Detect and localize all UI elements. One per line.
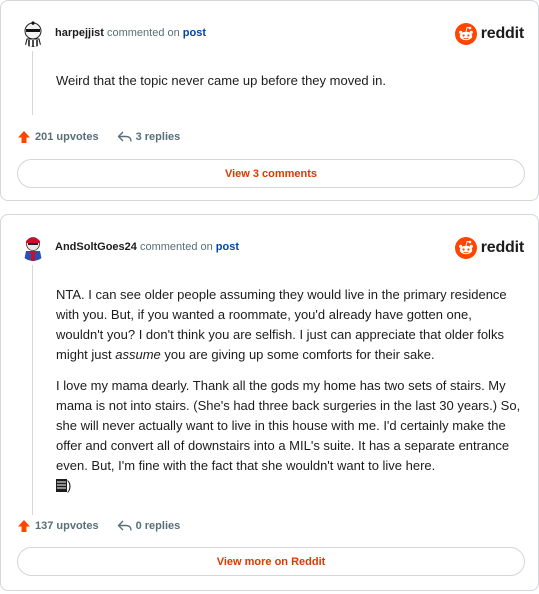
upvote-button[interactable]: 137 upvotes: [17, 519, 99, 533]
upvote-count: 201 upvotes: [35, 131, 99, 143]
comment-paragraph: Weird that the topic never came up befor…: [56, 73, 386, 88]
reply-count: 0 replies: [135, 520, 181, 532]
upvote-button[interactable]: 201 upvotes: [17, 130, 99, 144]
emphasis-text: assume: [115, 347, 161, 362]
post-link[interactable]: post: [183, 27, 206, 39]
comment-actions: 137 upvotes 0 replies: [17, 516, 198, 536]
paragraph-text: you are giving up some comforts for thei…: [160, 347, 435, 362]
reddit-logo-icon: [454, 23, 477, 45]
reddit-logo-icon: [454, 237, 477, 259]
upvote-arrow-icon: [18, 520, 30, 532]
view-comments-button[interactable]: View 3 comments: [17, 159, 525, 188]
post-link[interactable]: post: [216, 241, 239, 253]
comment-paragraph: NTA. I can see older people assuming the…: [56, 285, 522, 365]
thread-line: [32, 265, 33, 515]
user-avatar[interactable]: [19, 233, 47, 261]
commented-on-label: commented on: [139, 241, 213, 253]
reddit-brand[interactable]: reddit: [454, 236, 524, 260]
comment-meta: harpejjist commented on post: [55, 27, 206, 39]
comment-meta: AndSoltGoes24 commented on post: [55, 241, 239, 253]
paragraph-tail: ): [67, 478, 72, 493]
comment-card: harpejjist commented on post reddit Weir…: [0, 0, 539, 201]
comment-body: Weird that the topic never came up befor…: [56, 71, 522, 102]
view-more-on-reddit-button[interactable]: View more on Reddit: [17, 547, 525, 576]
replies-button[interactable]: 3 replies: [117, 131, 181, 143]
commented-on-label: commented on: [106, 27, 180, 39]
reddit-brand[interactable]: reddit: [454, 22, 524, 46]
user-avatar[interactable]: [19, 19, 47, 47]
comment-body: NTA. I can see older people assuming the…: [56, 285, 522, 507]
reply-arrow-icon: [117, 131, 132, 142]
reply-count: 3 replies: [135, 131, 181, 143]
comment-header: AndSoltGoes24 commented on post reddit: [19, 233, 524, 269]
thread-line: [32, 51, 33, 115]
username[interactable]: AndSoltGoes24: [55, 241, 137, 253]
upvote-count: 137 upvotes: [35, 520, 99, 532]
brand-name: reddit: [480, 25, 524, 42]
document-lines-icon: [56, 479, 67, 492]
upvote-arrow-icon: [18, 131, 30, 143]
replies-button[interactable]: 0 replies: [117, 520, 181, 532]
comment-paragraph: I love my mama dearly. Thank all the god…: [56, 376, 522, 496]
comment-card: AndSoltGoes24 commented on post reddit N…: [0, 214, 539, 591]
comment-actions: 201 upvotes 3 replies: [17, 127, 198, 147]
comment-header: harpejjist commented on post reddit: [19, 19, 524, 55]
reply-arrow-icon: [117, 520, 132, 531]
brand-name: reddit: [480, 239, 524, 256]
username[interactable]: harpejjist: [55, 27, 104, 39]
paragraph-text: I love my mama dearly. Thank all the god…: [56, 378, 521, 473]
